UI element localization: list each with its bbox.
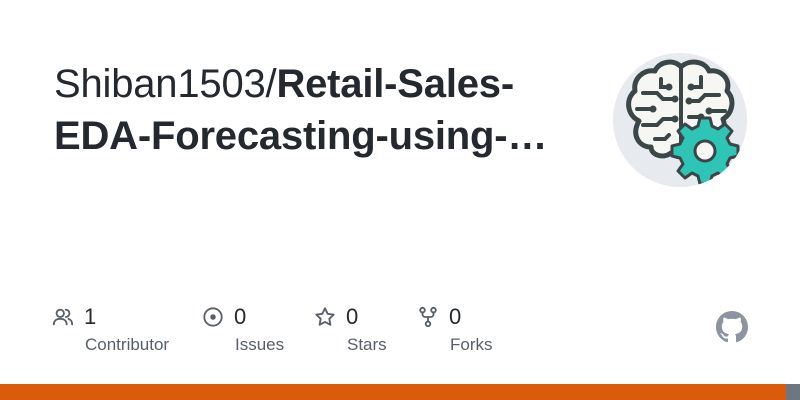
language-segment — [0, 384, 786, 400]
people-icon — [52, 308, 74, 326]
star-icon — [315, 307, 335, 326]
language-bar — [0, 384, 800, 400]
stat-value: 0 — [346, 304, 359, 329]
stat-value: 0 — [449, 304, 462, 329]
stat-label: Stars — [347, 335, 387, 354]
stat-value: 0 — [234, 304, 247, 329]
stat-label: Forks — [450, 335, 493, 354]
stat-label: Issues — [235, 335, 285, 354]
language-segment — [785, 384, 800, 400]
repo-owner: Shiban1503/ — [54, 62, 277, 106]
stat-value: 1 — [84, 304, 97, 329]
repo-avatar — [613, 53, 747, 187]
social-preview-card: Shiban1503/Retail-Sales-EDA-Forecasting-… — [0, 0, 800, 400]
issue-icon — [203, 307, 223, 327]
fork-icon — [419, 306, 437, 328]
github-mark-icon[interactable] — [716, 311, 748, 343]
stat-label: Contributor — [85, 335, 170, 354]
repo-title[interactable]: Shiban1503/Retail-Sales-EDA-Forecasting-… — [54, 58, 574, 162]
brain-gear-icon — [626, 59, 740, 186]
